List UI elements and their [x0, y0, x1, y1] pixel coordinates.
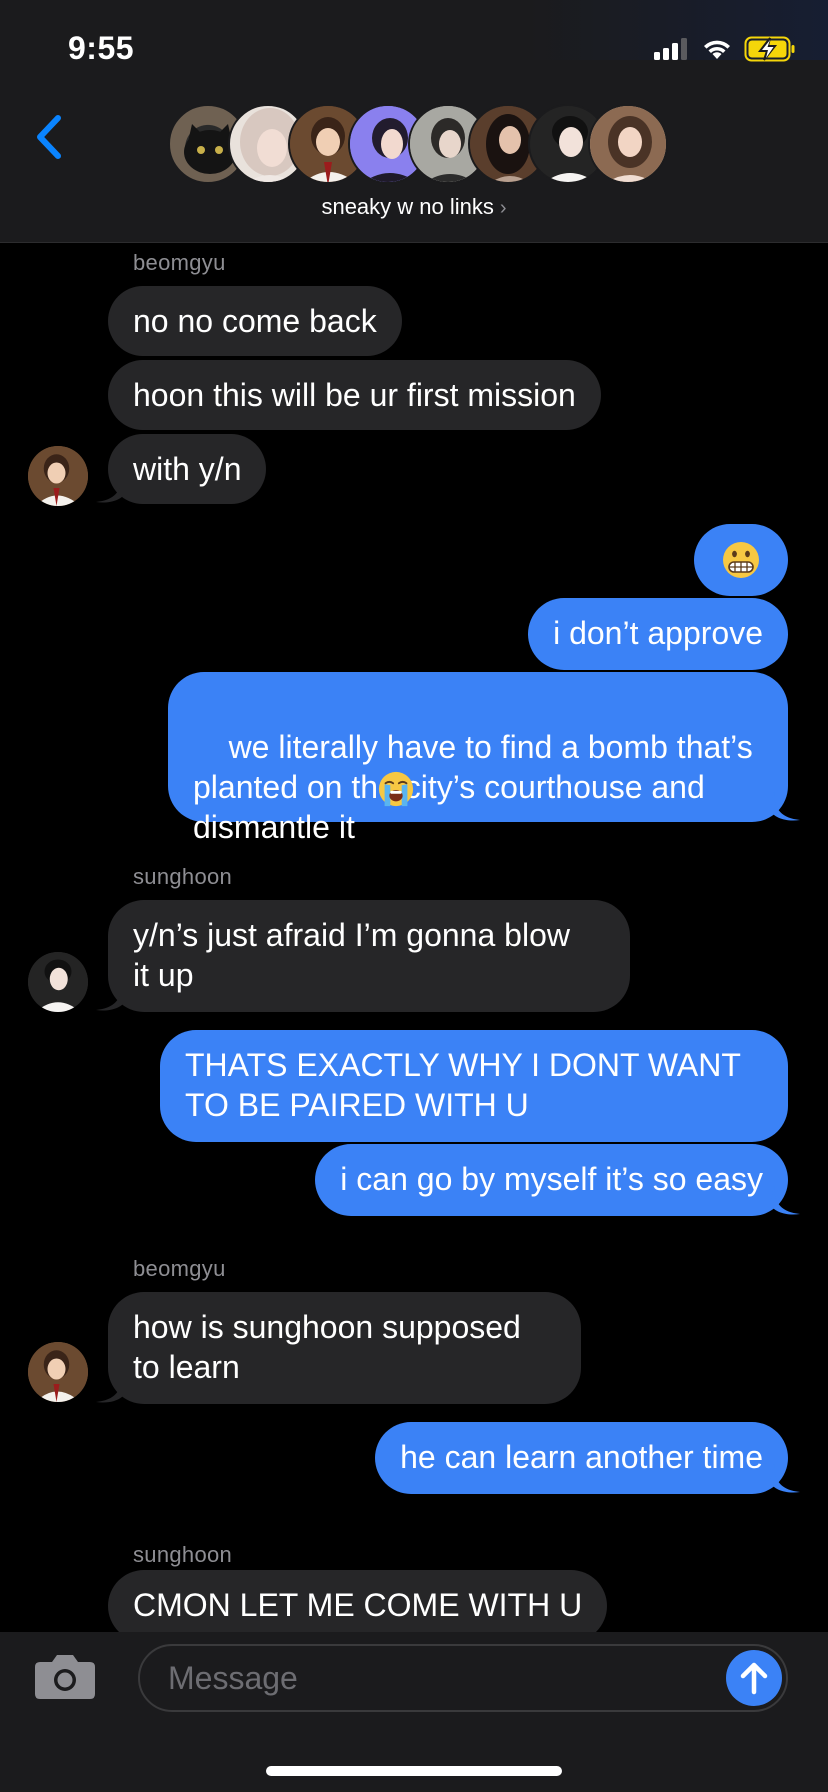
- loudly-crying-face-icon: [378, 771, 414, 807]
- message-text: we literally have to find a bomb that’s …: [193, 729, 753, 845]
- message-thread[interactable]: beomgyu no no come back hoon this will b…: [0, 242, 828, 1632]
- grimacing-face-icon: [723, 542, 759, 578]
- incoming-message[interactable]: no no come back: [108, 286, 402, 356]
- outgoing-message[interactable]: [694, 524, 788, 596]
- camera-icon[interactable]: [34, 1652, 96, 1700]
- group-avatars[interactable]: [168, 104, 668, 184]
- incoming-message[interactable]: how is sunghoon supposed to learn: [108, 1292, 581, 1404]
- outgoing-message[interactable]: we literally have to find a bomb that’s …: [168, 672, 788, 845]
- avatar[interactable]: [28, 446, 88, 506]
- avatar: [588, 104, 668, 184]
- incoming-message[interactable]: CMON LET ME COME WITH U: [108, 1570, 608, 1632]
- outgoing-message[interactable]: i can go by myself it’s so easy: [315, 1144, 788, 1216]
- conversation-header: 9:55 sneaky w no links ›: [0, 0, 828, 243]
- status-time: 9:55: [68, 30, 135, 66]
- sender-name: sunghoon: [133, 1542, 233, 1567]
- sender-name: sunghoon: [133, 864, 233, 889]
- arrow-up-icon: [740, 1662, 768, 1695]
- message-input[interactable]: Message: [138, 1644, 788, 1712]
- outgoing-message[interactable]: THATS EXACTLY WHY I DONT WANT TO BE PAIR…: [160, 1030, 788, 1142]
- sender-name: beomgyu: [133, 1256, 226, 1281]
- incoming-message[interactable]: y/n’s just afraid I’m gonna blow it up: [108, 900, 630, 1012]
- group-name-label: sneaky w no links: [321, 194, 494, 219]
- bubble-tail: [96, 474, 126, 503]
- outgoing-message[interactable]: he can learn another time: [375, 1422, 788, 1494]
- avatar[interactable]: [28, 1342, 88, 1402]
- outgoing-message[interactable]: i don’t approve: [528, 598, 788, 670]
- status-icons: [654, 34, 796, 64]
- bubble-tail: [96, 1374, 126, 1403]
- avatar[interactable]: [28, 952, 88, 1012]
- send-button[interactable]: [726, 1650, 782, 1706]
- cellular-signal-icon: [654, 38, 687, 60]
- wifi-icon: [704, 40, 730, 59]
- back-chevron-icon[interactable]: [30, 112, 66, 162]
- sender-name: beomgyu: [133, 250, 226, 275]
- home-indicator[interactable]: [266, 1766, 562, 1776]
- message-placeholder: Message: [168, 1660, 298, 1696]
- incoming-message[interactable]: hoon this will be ur first mission: [108, 360, 601, 430]
- incoming-message[interactable]: with y/n: [108, 434, 267, 504]
- bubble-tail: [770, 792, 800, 821]
- bubble-tail: [770, 1464, 800, 1493]
- bubble-tail: [770, 1186, 800, 1215]
- bubble-tail: [96, 982, 126, 1011]
- battery-charging-icon: [744, 36, 795, 62]
- group-name[interactable]: sneaky w no links ›: [0, 194, 828, 220]
- chevron-right-icon: ›: [499, 197, 507, 219]
